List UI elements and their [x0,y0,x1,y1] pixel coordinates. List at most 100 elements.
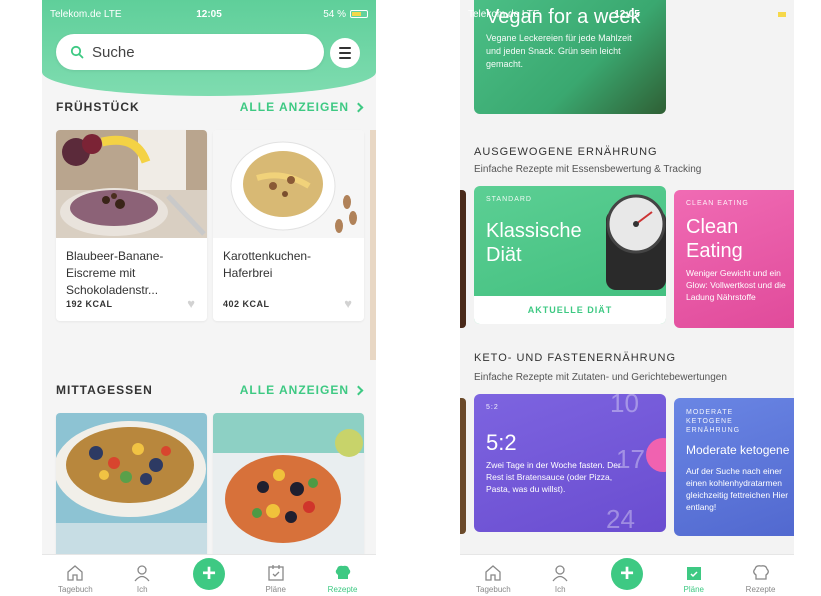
plan-description: Auf der Suche nach einer einen kohlenhyd… [686,466,789,512]
status-bar: Telekom.de LTE 12:05 54 % [42,0,376,28]
tab-recipes[interactable]: Rezepte [733,563,789,594]
status-right [778,11,786,17]
tab-bar: Tagebuch Ich + Pläne Rezepte [460,554,794,596]
recipe-kcal: 402 KCAL [223,298,270,309]
plan-description: Weniger Gewicht und ein Glow: Vollwertko… [686,268,786,302]
see-all-label: ALLE ANZEIGEN [239,383,349,397]
section-subtitle-keto: Einfache Rezepte mit Zutaten- und Gerich… [474,372,727,383]
section-header-lunch: MITTAGESSEN ALLE ANZEIGEN [56,383,364,397]
plan-title: Clean Eating [686,216,743,262]
tab-label: Pläne [265,585,287,594]
plan-title: Moderate ketogene [686,443,790,457]
battery-icon [778,11,786,17]
tab-label: Tagebuch [476,585,511,594]
phone-recipes-screen: Telekom.de LTE 12:05 54 % Suche FRÜHSTÜC… [42,0,376,596]
current-diet-button[interactable]: AKTUELLE DIÄT [474,296,666,324]
recipe-image [56,130,207,238]
recipe-title: Blaubeer-Banane-Eiscreme mit Schokoladen… [66,249,164,297]
plan-card-5-2[interactable]: 5:2 5:2 Zwei Tage in der Woche fasten. D… [474,394,666,532]
section-title-balanced: AUSGEWOGENE ERNÄHRUNG [474,146,658,158]
battery-percent: 54 % [323,8,346,20]
section-subtitle-balanced: Einfache Rezepte mit Essensbewertung & T… [474,164,702,175]
tab-add[interactable]: + [599,558,655,594]
recipe-card[interactable]: Karottenkuchen-Haferbrei 402 KCAL ♥ [213,130,364,321]
recipe-card[interactable] [56,413,207,563]
tab-plans[interactable]: Pläne [666,563,722,594]
calendar-icon [686,567,701,580]
plan-card-clean-eating[interactable]: CLEAN EATING Clean Eating Weniger Gewich… [674,190,794,328]
heart-icon[interactable]: ♥ [344,296,352,311]
person-icon [134,565,150,582]
section-title: FRÜHSTÜCK [56,100,140,114]
tab-label: Ich [554,585,566,594]
menu-icon [339,47,351,49]
plan-card-peek [460,398,466,534]
status-bar: Telekom.de LTE 12:05 [460,0,794,28]
clock-number: 10 [610,394,639,418]
plus-icon: + [610,558,643,590]
recipe-image [56,413,207,563]
plan-tag: CLEAN EATING [686,200,749,207]
calendar-icon [268,565,284,581]
recipe-card[interactable] [213,413,364,563]
battery-icon [350,10,368,18]
clock-number: 17 [616,444,645,474]
recipe-footer: 192 KCAL ♥ [56,296,207,321]
scale-illustration [606,194,666,290]
see-all-link[interactable]: ALLE ANZEIGEN [239,100,364,114]
menu-icon-line [339,57,351,59]
clock-number: 24 [606,504,635,532]
recipe-kcal: 192 KCAL [66,298,113,309]
plan-card-moderate-keto[interactable]: MODERATE KETOGENE ERNÄHRUNG Moderate ket… [674,398,794,536]
recipe-image [213,130,364,238]
recipe-card-peek [370,130,376,360]
tab-diary[interactable]: Tagebuch [465,563,521,594]
tab-label: Ich [136,585,148,594]
section-title-keto: KETO- UND FASTENERNÄHRUNG [474,352,677,364]
clock-label: 12:05 [614,8,640,20]
plan-tag: MODERATE KETOGENE ERNÄHRUNG [686,409,741,434]
see-all-label: ALLE ANZEIGEN [239,100,349,114]
tab-label: Pläne [683,585,705,594]
chef-hat-icon [752,565,769,580]
home-icon [485,565,502,581]
tab-label: Rezepte [745,585,776,594]
menu-icon-line [339,52,351,54]
heart-icon[interactable]: ♥ [187,296,195,311]
search-input[interactable]: Suche [56,34,324,70]
person-icon [552,565,568,582]
search-placeholder: Suche [92,43,135,61]
recipe-title: Karottenkuchen-Haferbrei [223,249,312,280]
see-all-link[interactable]: ALLE ANZEIGEN [239,383,364,397]
section-header-breakfast: FRÜHSTÜCK ALLE ANZEIGEN [56,100,364,114]
tab-me[interactable]: Ich [532,563,588,594]
tab-recipes[interactable]: Rezepte [315,563,371,594]
plan-card-classic-diet[interactable]: STANDARD Klassische Diät AKTUELLE DIÄT [474,186,666,324]
chevron-right-icon [353,385,364,395]
clock-label: 12:05 [196,8,222,20]
search-icon [70,45,84,59]
recipe-footer: 402 KCAL ♥ [213,296,364,321]
tab-label: Tagebuch [58,585,93,594]
menu-button[interactable] [330,38,360,68]
recipe-image [213,413,364,563]
home-icon [67,565,84,581]
tab-me[interactable]: Ich [114,563,170,594]
tab-label: Rezepte [327,585,358,594]
chef-hat-icon [335,565,350,579]
screenshot-canvas: Telekom.de LTE 12:05 54 % Suche FRÜHSTÜC… [0,0,821,596]
tab-bar: Tagebuch Ich + Pläne Rezepte [42,554,376,596]
phone-plans-screen: Vegan for a week Vegane Leckereien für j… [460,0,794,596]
tab-plans[interactable]: Pläne [248,563,304,594]
section-title: MITTAGESSEN [56,383,153,397]
tab-add[interactable]: + [181,558,237,594]
plan-card-peek [460,190,466,328]
chevron-right-icon [353,102,364,112]
status-right: 54 % [323,9,368,20]
carrier-label: Telekom.de LTE [468,8,540,20]
recipe-card[interactable]: Blaubeer-Banane-Eiscreme mit Schokoladen… [56,130,207,321]
plus-icon: + [192,558,225,590]
tab-diary[interactable]: Tagebuch [47,563,103,594]
carrier-label: Telekom.de LTE [50,8,122,20]
plan-title: Klassische Diät [486,220,582,266]
